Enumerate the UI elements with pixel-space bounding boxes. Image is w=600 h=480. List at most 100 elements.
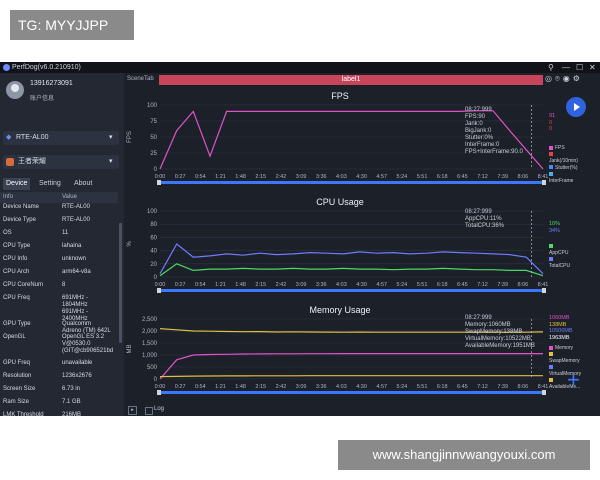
x-tick-label: 7:12 [477, 282, 488, 288]
x-tick-label: 2:42 [276, 282, 287, 288]
table-row: OS 11 [0, 230, 118, 243]
x-tick-label: 7:39 [497, 174, 508, 180]
y-tick-label: 100 [147, 209, 158, 215]
pin-icon[interactable]: ⚲ [548, 62, 554, 73]
row-key: OS [3, 230, 12, 236]
x-tick-label: 1:21 [215, 174, 226, 180]
x-tick-label: 2:15 [255, 174, 266, 180]
scene-tab[interactable]: SceneTab [127, 76, 154, 82]
maximize-icon[interactable]: ☐ [576, 62, 583, 73]
x-tick-label: 7:39 [497, 384, 508, 390]
avatar[interactable] [6, 81, 24, 99]
cpu-legend-item[interactable]: TotalCPU [549, 256, 570, 269]
device-icon: ◆ [6, 134, 12, 141]
legend-swatch [549, 352, 553, 357]
bottom-bar: ▸ Log [125, 405, 600, 416]
header-value: Value [62, 194, 77, 200]
x-tick-label: 2:42 [276, 384, 287, 390]
x-tick-label: 4:57 [376, 384, 387, 390]
x-tick-label: 5:51 [417, 384, 428, 390]
eye-icon[interactable]: ◉ [563, 74, 573, 83]
minimize-icon[interactable]: — [562, 62, 570, 73]
x-tick-label: 0:27 [175, 174, 186, 180]
row-key: CPU Type [3, 243, 31, 249]
log-checkbox[interactable] [145, 407, 153, 415]
table-row: Ram Size 7.1 GB [0, 399, 118, 412]
tab-device[interactable]: Device [3, 178, 31, 190]
x-tick-label: 3:09 [296, 174, 307, 180]
close-icon[interactable]: ✕ [589, 62, 596, 73]
cpu-legend-item[interactable]: AppCPU [549, 243, 570, 256]
row-value: OpenGL ES 3.2 V@0530.0 (GIT@cb906521bd [62, 334, 114, 354]
row-key: CPU Info [3, 256, 28, 262]
tab-setting[interactable]: Setting [36, 178, 64, 190]
fps-legend-item[interactable]: InterFrame [549, 171, 578, 184]
y-axis-label: % [127, 241, 133, 247]
collapse-icon[interactable]: ▸ [128, 406, 137, 415]
legend-label: Stutter(%) [555, 164, 578, 171]
timeline-handle-left [157, 390, 161, 395]
table-row: Device Name RTE-AL00 [0, 204, 118, 217]
play-button[interactable] [566, 97, 586, 117]
x-tick-label: 3:36 [316, 282, 327, 288]
y-tick-label: 0 [154, 275, 158, 281]
app-select[interactable]: 王者荣耀 ▾ [3, 155, 119, 169]
legend-swatch [549, 256, 553, 261]
gear-icon[interactable]: ⚙ [573, 74, 583, 83]
y-tick-label: 20 [150, 262, 157, 268]
label-bar[interactable]: label1 [159, 75, 543, 85]
x-tick-label: 4:03 [336, 384, 347, 390]
row-key: LMK Threshold [3, 412, 44, 416]
y-axis-label: MB [127, 345, 133, 354]
x-tick-label: 6:45 [457, 282, 468, 288]
legend-swatch [549, 171, 553, 176]
legend-label: TotalCPU [549, 262, 571, 269]
table-row: GPU Type Qualcomm Adreno (TM) 642L [0, 321, 118, 334]
timeline-scrollbar [160, 289, 543, 292]
x-tick-label: 6:18 [437, 282, 448, 288]
device-select[interactable]: ◆ RTE-AL00 ▾ [3, 131, 119, 145]
series-line-appcpu [159, 263, 544, 277]
x-tick-label: 5:24 [397, 384, 408, 390]
row-key: Screen Size [3, 386, 36, 392]
memory-legend-item[interactable]: SwapMemory [549, 352, 581, 365]
row-key: GPU Type [3, 321, 31, 327]
add-button[interactable]: + [567, 369, 580, 391]
x-tick-label: 5:51 [417, 282, 428, 288]
x-tick-label: 1:48 [235, 384, 246, 390]
scrollbar[interactable] [119, 223, 122, 343]
y-tick-label: 80 [150, 222, 157, 228]
timeline-handle-right [542, 288, 546, 293]
y-tick-label: 25 [150, 151, 157, 157]
profile[interactable]: 13916273091 账户信息 [4, 79, 122, 109]
x-tick-label: 4:57 [376, 282, 387, 288]
tab-about[interactable]: About [71, 178, 95, 190]
x-tick-label: 6:18 [437, 174, 448, 180]
x-tick-label: 4:30 [356, 282, 367, 288]
table-row: Screen Size 6.73 in [0, 386, 118, 399]
x-tick-label: 1:21 [215, 282, 226, 288]
row-value: 11 [62, 230, 69, 236]
location-icon[interactable]: ⌾ [555, 74, 563, 83]
cpu-right-value: 34% [549, 227, 561, 234]
table-row: CPU Type lahaina [0, 243, 118, 256]
user-id: 13916273091 [30, 80, 73, 87]
x-tick-label: 0:27 [175, 384, 186, 390]
x-tick-label: 3:36 [316, 174, 327, 180]
memory-right-value: 1963MB [549, 334, 570, 341]
cpu-legend: AppCPU TotalCPU [549, 243, 570, 269]
x-tick-label: 7:39 [497, 282, 508, 288]
user-center-link[interactable]: 账户信息 [30, 93, 54, 102]
cpu-stats: 08:27:999 AppCPU:11% TotalCPU:36% [465, 209, 505, 229]
device-name: RTE-AL00 [16, 134, 49, 141]
legend-swatch [549, 243, 553, 248]
table-row: Device Type RTE-AL00 [0, 217, 118, 230]
legend-label: InterFrame [549, 177, 574, 184]
row-key: OpenGL [3, 334, 26, 340]
target-icon[interactable]: ◎ [545, 74, 555, 83]
fps-legend-item[interactable]: Jank(/10min) [549, 152, 578, 165]
y-tick-label: 2,000 [142, 329, 158, 335]
row-value: 8 [62, 282, 66, 288]
x-tick-label: 5:24 [397, 282, 408, 288]
row-key: Resolution [3, 373, 32, 379]
